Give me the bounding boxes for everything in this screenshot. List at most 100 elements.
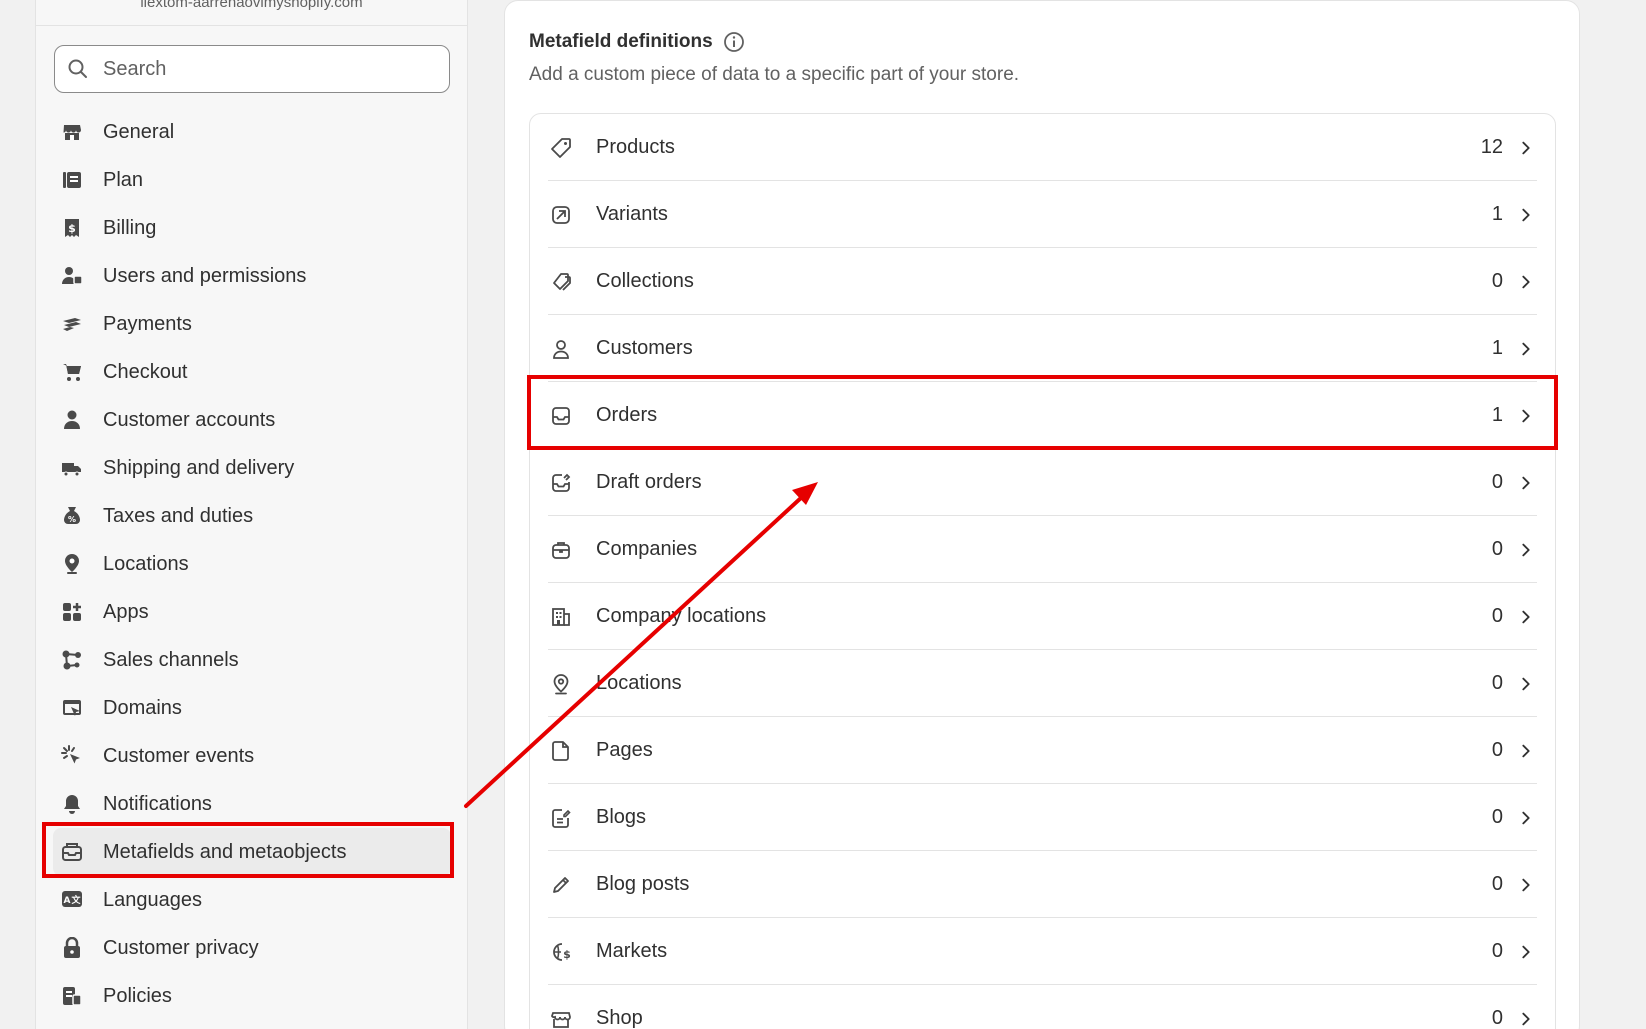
row-markets[interactable]: $ Markets 0	[530, 918, 1555, 985]
svg-text:%: %	[68, 515, 76, 524]
sidebar-item-label: Notifications	[103, 792, 212, 815]
sidebar-item-taxes[interactable]: % Taxes and duties	[53, 492, 451, 540]
sidebar-item-customer-privacy[interactable]: Customer privacy	[53, 924, 451, 972]
sidebar-item-sales-channels[interactable]: Sales channels	[53, 636, 451, 684]
row-pages[interactable]: Pages 0	[530, 717, 1555, 784]
row-count: 1	[1491, 404, 1503, 426]
row-count: 0	[1491, 940, 1503, 962]
sidebar-item-metafields[interactable]: Metafields and metaobjects	[53, 828, 451, 876]
row-blogs[interactable]: Blogs 0	[530, 784, 1555, 851]
search-box[interactable]	[54, 45, 450, 93]
sidebar-item-plan[interactable]: Plan	[53, 156, 451, 204]
card-subtitle: Add a custom piece of data to a specific…	[529, 64, 1020, 85]
row-label: Products	[596, 136, 675, 158]
sidebar-item-label: Metafields and metaobjects	[103, 840, 347, 863]
settings-sidebar: ilextom-aarrenaovimyshopify.com General …	[35, 0, 468, 1029]
sidebar-item-label: Shipping and delivery	[103, 456, 295, 479]
tag-icon	[550, 136, 574, 160]
info-icon[interactable]	[723, 31, 745, 53]
row-label: Companies	[596, 538, 698, 560]
pencil-icon	[550, 873, 574, 897]
sidebar-item-locations[interactable]: Locations	[53, 540, 451, 588]
sidebar-item-domains[interactable]: Domains	[53, 684, 451, 732]
row-label: Orders	[596, 404, 658, 426]
sidebar-item-shipping[interactable]: Shipping and delivery	[53, 444, 451, 492]
variants-icon	[550, 203, 574, 227]
sidebar-item-label: Users and permissions	[103, 264, 307, 287]
location-outline-icon	[550, 672, 574, 696]
card-title: Metafield definitions	[529, 31, 745, 53]
sidebar-item-payments[interactable]: Payments	[53, 300, 451, 348]
row-count: 0	[1491, 270, 1503, 292]
metafield-definitions-card: Metafield definitions Add a custom piece…	[504, 0, 1580, 1029]
sidebar-item-label: Payments	[103, 312, 192, 335]
sidebar-item-label: Domains	[103, 696, 182, 719]
sidebar-item-notifications[interactable]: Notifications	[53, 780, 451, 828]
row-label: Customers	[596, 337, 693, 359]
chevron-right-icon	[1517, 608, 1537, 626]
shop-icon	[550, 1007, 574, 1029]
store-url: ilextom-aarrenaovimyshopify.com	[36, 0, 467, 26]
row-label: Blog posts	[596, 873, 690, 895]
sidebar-item-policies[interactable]: Policies	[53, 972, 451, 1020]
row-label: Markets	[596, 940, 668, 962]
sidebar-item-checkout[interactable]: Checkout	[53, 348, 451, 396]
domains-icon	[61, 696, 99, 720]
row-label: Locations	[596, 672, 682, 694]
users-icon	[61, 264, 99, 288]
payments-icon	[61, 312, 99, 336]
row-draft-orders[interactable]: Draft orders 0	[530, 449, 1555, 516]
tax-icon: %	[61, 504, 99, 528]
chevron-right-icon	[1517, 1010, 1537, 1028]
sidebar-item-billing[interactable]: $ Billing	[53, 204, 451, 252]
draft-order-icon	[550, 471, 574, 495]
row-count: 0	[1491, 1007, 1503, 1029]
globe-dollar-icon: $	[550, 940, 574, 964]
sidebar-item-customer-events[interactable]: Customer events	[53, 732, 451, 780]
sidebar-item-customer-accounts[interactable]: Customer accounts	[53, 396, 451, 444]
cart-icon	[61, 360, 99, 384]
page-icon	[550, 739, 574, 763]
sidebar-item-apps[interactable]: Apps	[53, 588, 451, 636]
svg-text:A: A	[64, 896, 71, 906]
chevron-right-icon	[1517, 675, 1537, 693]
row-count: 0	[1491, 806, 1503, 828]
row-orders[interactable]: Orders 1	[530, 382, 1555, 449]
plan-icon	[61, 168, 99, 192]
sidebar-item-label: Customer accounts	[103, 408, 276, 431]
row-products[interactable]: Products 12	[530, 114, 1555, 181]
chevron-right-icon	[1517, 943, 1537, 961]
row-collections[interactable]: Collections 0	[530, 248, 1555, 315]
chevron-right-icon	[1517, 273, 1537, 291]
row-blog-posts[interactable]: Blog posts 0	[530, 851, 1555, 918]
channels-icon	[61, 648, 99, 672]
row-count: 0	[1491, 739, 1503, 761]
chevron-right-icon	[1517, 206, 1537, 224]
bell-icon	[61, 792, 99, 816]
row-shop[interactable]: Shop 0	[530, 985, 1555, 1029]
sidebar-item-label: Sales channels	[103, 648, 239, 671]
sidebar-item-label: Billing	[103, 216, 157, 239]
search-input[interactable]	[103, 57, 433, 81]
sidebar-item-label: Apps	[103, 600, 149, 623]
sidebar-item-label: Languages	[103, 888, 202, 911]
chevron-right-icon	[1517, 809, 1537, 827]
row-variants[interactable]: Variants 1	[530, 181, 1555, 248]
chevron-right-icon	[1517, 474, 1537, 492]
svg-text:$: $	[563, 948, 571, 961]
row-locations[interactable]: Locations 0	[530, 650, 1555, 717]
store-icon	[61, 120, 99, 144]
sidebar-item-label: Taxes and duties	[103, 504, 254, 527]
translate-icon: A文	[61, 888, 99, 912]
sidebar-item-users[interactable]: Users and permissions	[53, 252, 451, 300]
blog-icon	[550, 806, 574, 830]
row-customers[interactable]: Customers 1	[530, 315, 1555, 382]
row-company-locations[interactable]: Company locations 0	[530, 583, 1555, 650]
chevron-right-icon	[1517, 139, 1537, 157]
apps-icon	[61, 600, 99, 624]
row-companies[interactable]: Companies 0	[530, 516, 1555, 583]
sidebar-item-languages[interactable]: A文 Languages	[53, 876, 451, 924]
row-count: 0	[1491, 873, 1503, 895]
sidebar-item-general[interactable]: General	[53, 108, 451, 156]
collections-icon	[550, 270, 574, 294]
